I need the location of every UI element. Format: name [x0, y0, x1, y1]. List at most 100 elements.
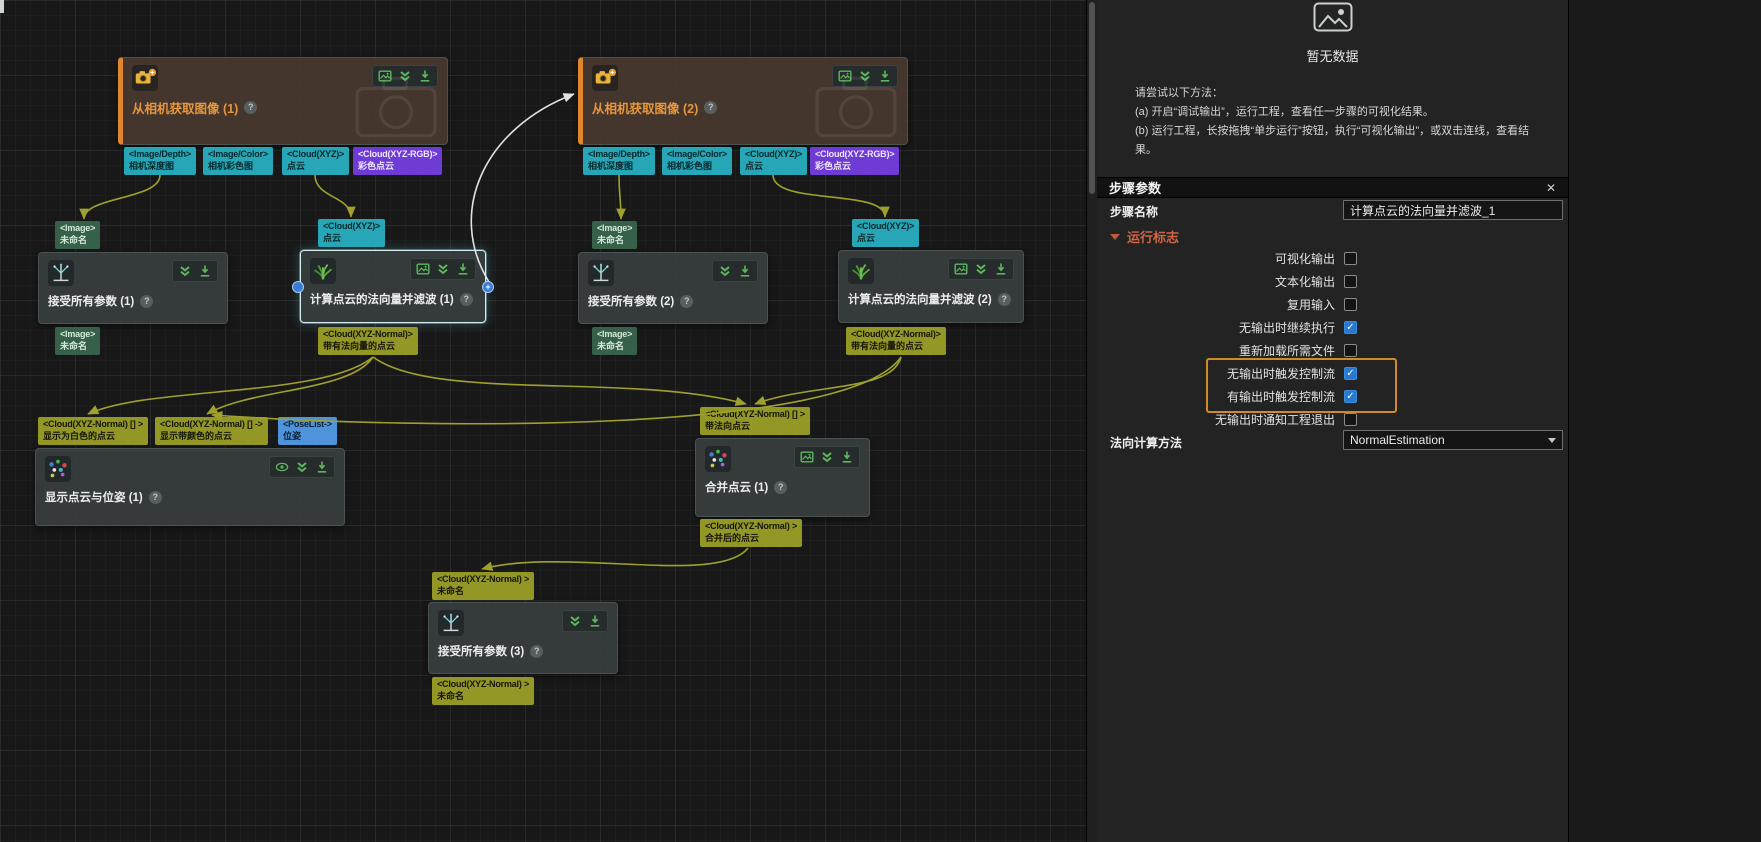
node-title: 接受所有参数 (1) ? — [48, 293, 218, 309]
port-cam1-rgbcloud-out[interactable]: <Cloud(XYZ-RGB)>彩色点云 — [353, 147, 442, 175]
wire-cam1-to-calc1[interactable] — [315, 175, 351, 217]
port-show1-colorcloud-in[interactable]: <Cloud(XYZ-Normal) [] ->显示带颜色的点云 — [155, 417, 268, 445]
port-cam2-cloud-out[interactable]: <Cloud(XYZ)>点云 — [740, 147, 807, 175]
port-calc2-in[interactable]: <Cloud(XYZ)>点云 — [852, 219, 919, 247]
wire-calc1-to-show1-color[interactable] — [207, 357, 373, 414]
node-accept-params-2[interactable]: 接受所有参数 (2) ? — [578, 252, 768, 324]
checkbox-visual-output[interactable] — [1344, 252, 1357, 265]
port-show1-poses-in[interactable]: <PoseList->位姿 — [278, 417, 337, 445]
download-icon[interactable] — [994, 262, 1008, 276]
node-title: 计算点云的法向量并滤波 (2) ? — [848, 291, 1014, 307]
node-graph-canvas[interactable]: 从相机获取图像 (1) ? 从相机获取图像 (2) ? — [0, 0, 1086, 842]
node-toolbar — [712, 260, 758, 282]
double-chevron-down-icon[interactable] — [974, 262, 988, 276]
help-icon[interactable]: ? — [149, 491, 162, 504]
flag-row-notify-exit-no-output: 无输出时通知工程退出 — [1097, 408, 1568, 431]
port-accept2-out[interactable]: <Image>未命名 — [592, 327, 637, 355]
download-icon[interactable] — [198, 264, 212, 278]
flag-row-visual-output: 可视化输出 — [1097, 247, 1568, 270]
help-icon[interactable]: ? — [680, 295, 693, 308]
port-calc1-out[interactable]: <Cloud(XYZ-Normal)>带有法向量的点云 — [318, 327, 418, 355]
help-icon[interactable]: ? — [530, 645, 543, 658]
double-chevron-down-icon[interactable] — [568, 614, 582, 628]
port-merge1-out[interactable]: <Cloud(XYZ-Normal) >合并后的点云 — [700, 519, 802, 547]
close-icon[interactable]: ✕ — [1546, 181, 1556, 195]
visual-output-icon[interactable] — [954, 262, 968, 276]
control-out-port[interactable]: + — [482, 281, 494, 293]
node-toolbar — [948, 258, 1014, 280]
download-icon[interactable] — [315, 460, 329, 474]
port-show1-whitecloud-in[interactable]: <Cloud(XYZ-Normal) [] >显示为白色的点云 — [38, 417, 148, 445]
node-show-cloud-poses-1[interactable]: 显示点云与位姿 (1) ? — [35, 448, 345, 526]
help-icon[interactable]: ? — [774, 481, 787, 494]
port-accept2-in[interactable]: <Image>未命名 — [592, 221, 637, 249]
wire-merge1-to-accept3[interactable] — [482, 548, 748, 569]
node-toolbar — [172, 260, 218, 282]
download-icon[interactable] — [738, 264, 752, 278]
port-accept3-out[interactable]: <Cloud(XYZ-Normal) >未命名 — [432, 677, 534, 705]
help-icon[interactable]: ? — [244, 101, 257, 114]
normal-method-label: 法向计算方法 — [1110, 434, 1182, 451]
download-icon[interactable] — [456, 262, 470, 276]
wire-calc1-to-merge1[interactable] — [373, 357, 746, 404]
double-chevron-down-icon[interactable] — [436, 262, 450, 276]
node-title: 合并点云 (1) ? — [705, 479, 860, 495]
wire-cam2-to-accept2[interactable] — [619, 175, 621, 219]
wire-cam2-to-calc2[interactable] — [773, 175, 885, 217]
double-chevron-down-icon[interactable] — [295, 460, 309, 474]
port-cam2-rgbcloud-out[interactable]: <Cloud(XYZ-RGB)>彩色点云 — [810, 147, 899, 175]
checkbox-continue-when-no-output[interactable]: ✓ — [1344, 321, 1357, 334]
step-name-input[interactable] — [1343, 200, 1563, 220]
double-chevron-down-icon[interactable] — [718, 264, 732, 278]
control-wire-calc1-to-cam2[interactable] — [471, 94, 574, 282]
port-accept1-in[interactable]: <Image>未命名 — [55, 221, 100, 249]
wire-calc2-to-merge1[interactable] — [755, 357, 901, 404]
run-flags-header[interactable]: 运行标志 — [1110, 227, 1179, 246]
port-cam2-depth-out[interactable]: <Image/Depth>相机深度图 — [583, 147, 655, 175]
node-title: 接受所有参数 (3) ? — [438, 643, 608, 659]
canvas-vertical-scrollbar[interactable] — [1086, 0, 1097, 842]
node-merge-clouds-1[interactable]: 合并点云 (1) ? — [695, 438, 870, 517]
checkbox-reuse-input[interactable] — [1344, 298, 1357, 311]
help-icon[interactable]: ? — [704, 101, 717, 114]
help-icon[interactable]: ? — [460, 293, 473, 306]
port-cam2-color-out[interactable]: <Image/Color>相机彩色图 — [662, 147, 732, 175]
download-icon[interactable] — [840, 450, 854, 464]
node-calc-normals-1[interactable]: 计算点云的法向量并滤波 (1) ? — [300, 250, 486, 323]
port-cam1-depth-out[interactable]: <Image/Depth>相机深度图 — [124, 147, 196, 175]
flag-row-reload-files: 重新加载所需文件 — [1097, 339, 1568, 362]
eye-icon[interactable] — [275, 460, 289, 474]
node-capture-image-1[interactable]: 从相机获取图像 (1) ? — [118, 57, 448, 145]
port-calc1-in[interactable]: <Cloud(XYZ)>点云 — [318, 219, 385, 247]
node-toolbar — [794, 446, 860, 468]
canvas-corner-mark — [0, 0, 4, 13]
normal-method-dropdown[interactable]: NormalEstimation — [1343, 430, 1563, 450]
node-calc-normals-2[interactable]: 计算点云的法向量并滤波 (2) ? — [838, 250, 1024, 323]
control-in-port[interactable] — [292, 281, 304, 293]
node-capture-image-2[interactable]: 从相机获取图像 (2) ? — [578, 57, 908, 145]
port-accept1-out[interactable]: <Image>未命名 — [55, 327, 100, 355]
double-chevron-down-icon[interactable] — [820, 450, 834, 464]
visual-output-icon[interactable] — [416, 262, 430, 276]
node-accept-params-3[interactable]: 接受所有参数 (3) ? — [428, 602, 618, 674]
scrollbar-thumb[interactable] — [1089, 2, 1095, 194]
wire-calc1-to-show1-white[interactable] — [88, 357, 373, 414]
double-chevron-down-icon[interactable] — [178, 264, 192, 278]
node-accept-params-1[interactable]: 接受所有参数 (1) ? — [38, 252, 228, 324]
checkbox-reload-files[interactable] — [1344, 344, 1357, 357]
wire-cam1-to-accept1[interactable] — [84, 175, 160, 219]
help-icon[interactable]: ? — [140, 295, 153, 308]
port-accept3-in[interactable]: <Cloud(XYZ-Normal) >未命名 — [432, 572, 534, 600]
checkbox-text-output[interactable] — [1344, 275, 1357, 288]
port-cam1-cloud-out[interactable]: <Cloud(XYZ)>点云 — [282, 147, 349, 175]
port-cam1-color-out[interactable]: <Image/Color>相机彩色图 — [203, 147, 273, 175]
port-merge1-in[interactable]: <Cloud(XYZ-Normal) [] >带法向点云 — [700, 407, 810, 435]
checkbox-trigger-ctrlflow-with-output[interactable]: ✓ — [1344, 390, 1357, 403]
port-calc2-out[interactable]: <Cloud(XYZ-Normal)>带有法向量的点云 — [846, 327, 946, 355]
antenna-icon — [48, 260, 74, 286]
visual-output-icon[interactable] — [800, 450, 814, 464]
checkbox-trigger-ctrlflow-no-output[interactable]: ✓ — [1344, 367, 1357, 380]
download-icon[interactable] — [588, 614, 602, 628]
help-icon[interactable]: ? — [998, 293, 1011, 306]
checkbox-notify-exit-no-output[interactable] — [1344, 413, 1357, 426]
